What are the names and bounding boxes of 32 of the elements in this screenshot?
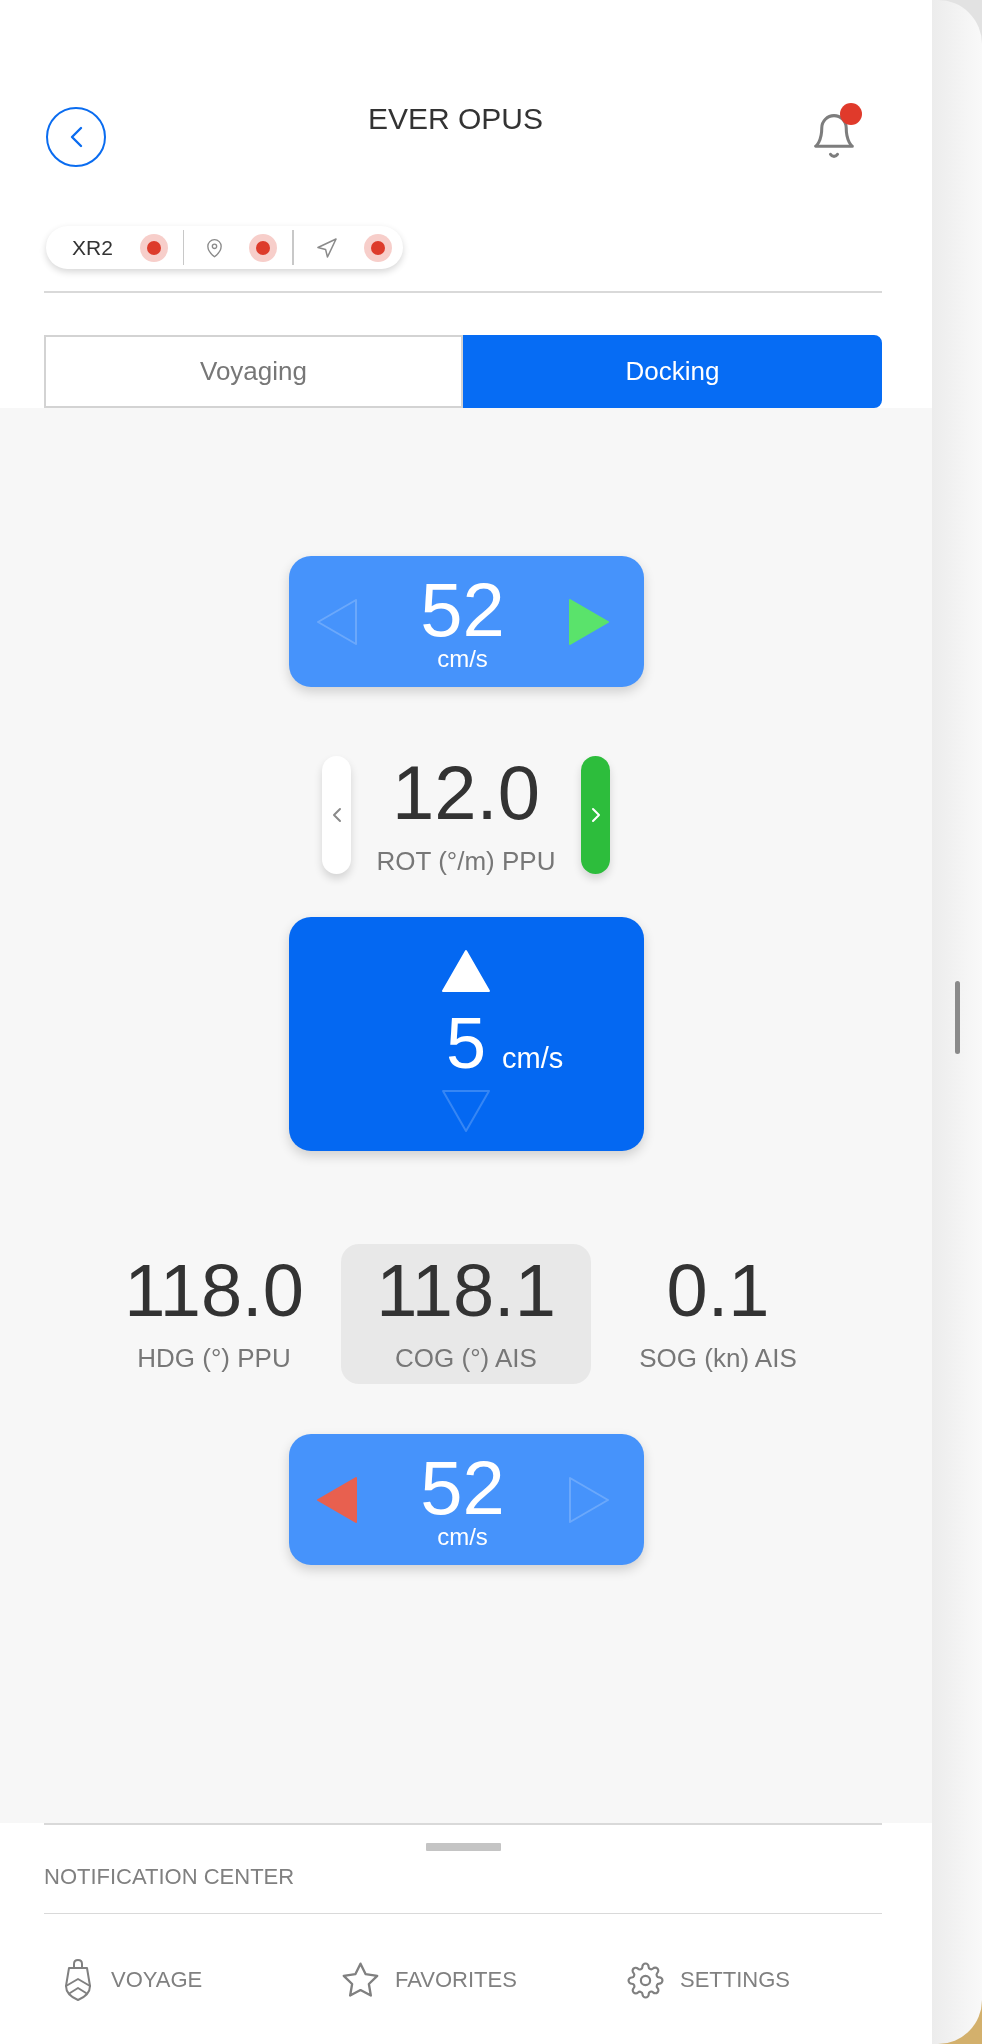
speed-value: 52: [420, 572, 505, 648]
star-icon: [342, 1962, 379, 1999]
chevron-left-icon: [331, 807, 342, 823]
nav-item[interactable]: VOYAGE: [44, 1958, 203, 2003]
bell-icon: [814, 114, 854, 158]
scroll-handle[interactable]: [955, 981, 960, 1054]
page-title: EVER OPUS: [367, 102, 544, 137]
speed-value: 5: [445, 1007, 486, 1079]
readout-tile[interactable]: 118.1 COG (°) AIS: [341, 1244, 591, 1384]
chevron-right-icon: [590, 807, 601, 823]
readout-tile[interactable]: 118.0 HDG (°) PPU: [89, 1244, 339, 1384]
nav-item[interactable]: SETTINGS: [610, 1958, 790, 2003]
rot-label: ROT (°/m) PPU: [376, 847, 556, 877]
turn-right-button[interactable]: [581, 756, 610, 874]
rot-value: 12.0: [392, 755, 540, 831]
tab[interactable]: Docking: [463, 335, 882, 408]
device-label: XR2: [72, 235, 113, 260]
tab[interactable]: Voyaging: [44, 335, 463, 408]
notification-center-title: NOTIFICATION CENTER: [44, 1863, 295, 1889]
speed-unit: cm/s: [437, 647, 488, 671]
navigation-arrow-icon: [316, 237, 337, 258]
turn-left-button[interactable]: [322, 756, 351, 874]
speed-value: 52: [420, 1450, 505, 1526]
readout-tile[interactable]: 0.1 SOG (kn) AIS: [593, 1244, 843, 1384]
back-button[interactable]: [46, 107, 106, 167]
speed-unit: cm/s: [502, 1042, 564, 1075]
settings-icon: [627, 1961, 664, 1999]
speed-unit: cm/s: [437, 1525, 488, 1549]
location-pin-icon: [207, 237, 223, 258]
chevron-left-icon: [69, 126, 83, 148]
drag-handle[interactable]: [425, 1842, 501, 1851]
nav-item[interactable]: FAVORITES: [325, 1958, 517, 2003]
